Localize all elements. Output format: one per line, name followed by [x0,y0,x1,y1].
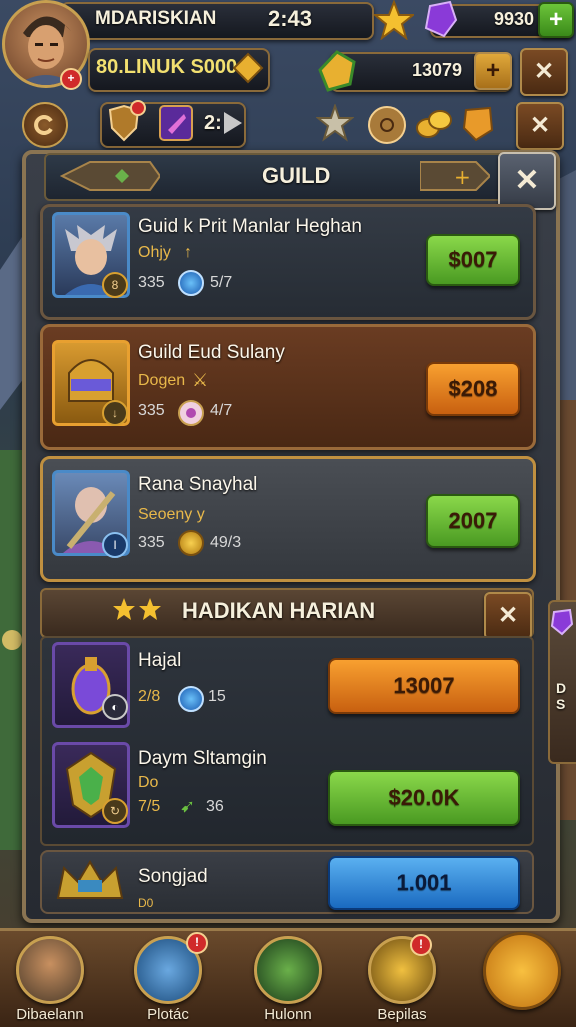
amber-gem-icon[interactable] [460,104,496,142]
stars-icon [112,596,164,624]
guild-title: GUILD [262,163,331,188]
header-left-ornament-icon [59,160,162,192]
counter-value: 2: [204,112,222,134]
nav-shop[interactable]: Bepilas [354,932,450,1024]
member-level: 335 [138,534,165,551]
gold-line: 80.LINUK S000 [96,56,238,78]
gold-gem-icon [232,52,264,84]
nav-label: Plotác [147,1006,189,1023]
member-level-icon: 8 [102,272,128,298]
daily-item-stat: 36 [206,798,224,815]
gold-count: 13079 [412,60,463,80]
nav-alert-badge: ! [186,932,208,954]
silver-star-icon[interactable] [315,102,355,142]
member-action-button[interactable]: $208 [426,362,520,416]
member-stat: 4/7 [210,402,233,419]
member-level-icon: I [102,532,128,558]
arrow-icon [222,110,244,136]
add-gems-button[interactable]: + [538,2,574,38]
daily-item-stat: 15 [208,688,226,705]
gem-count: 9930 [494,9,535,29]
crossed-blades-icon [254,936,322,1004]
member-role: Dogen [138,372,186,389]
leaf-icon: ➹ [180,796,196,816]
member-action-button[interactable]: $007 [426,234,520,286]
add-gold-button[interactable]: + [474,52,512,90]
gold-coin-icon [178,530,204,556]
chest-icon [483,932,561,1010]
close-top-button[interactable]: ✕ [520,48,568,96]
daily-item-level: 2/8 [138,688,161,705]
gold-pile-icon[interactable] [414,104,454,142]
daily-item-level: 7/5 [138,798,161,815]
nav-alert-badge: ! [410,934,432,956]
daily-item-role: Do [138,774,159,791]
avatar-alert-badge: + [60,68,82,90]
daily-item-button[interactable]: 1.001 [328,856,520,910]
member-role: Ohjy [138,244,171,261]
daily-item-badge-icon: ↻ [102,798,128,824]
nav-menu[interactable] [474,932,570,1024]
daily-item-name: Hajal [138,650,182,671]
side-gem-icon [550,608,574,636]
close-bar-button[interactable]: ✕ [516,102,564,150]
crown-icon [54,858,126,904]
compass-icon[interactable] [368,106,406,144]
member-name: Guild Eud Sulany [138,342,285,363]
daily-item-button[interactable]: $20.0K [328,770,520,826]
clock-time: 2:43 [268,6,313,31]
member-role-mark: ↑ [184,244,192,261]
pink-orb-icon [178,400,204,426]
daily-item-badge-icon: ◐ [102,694,128,720]
guild-close-button[interactable]: ✕ [498,152,556,210]
member-level: 335 [138,274,165,291]
member-level: 335 [138,402,165,419]
nav-label: Bepilas [377,1006,427,1023]
blue-orb-icon [178,686,204,712]
side-tab-label: D S [556,680,567,712]
crossed-swords-icon: ⚔ [192,370,209,390]
hero-portrait-icon [16,936,84,1004]
daily-item-name: Daym Sltamgin [138,748,267,769]
member-name: Rana Snayhal [138,474,258,495]
daily-title: HADIKAN HARIAN [182,598,376,623]
daily-item-button[interactable]: 13007 [328,658,520,714]
member-stat: 49/3 [210,534,242,551]
nav-label: Hulonn [264,1006,312,1023]
member-stat: 5/7 [210,274,233,291]
nav-label: Dibaelann [16,1006,84,1023]
gem-icon [422,0,458,38]
star-icon[interactable] [372,0,416,41]
nav-hero[interactable]: Dibaelann [2,932,98,1024]
blue-orb-icon [178,270,204,296]
crystal-card-icon[interactable] [158,104,194,142]
member-name: Guid k Prit Manlar Heghan [138,216,362,237]
emerald-icon [314,48,360,94]
header-right-ornament-icon: + [419,160,492,192]
refresh-icon[interactable] [22,102,68,148]
daily-close-button[interactable]: ✕ [484,592,532,640]
player-name: MDARISKIAN [95,8,217,29]
daily-item-role: D0 [138,896,154,910]
svg-text:+: + [454,165,471,189]
daily-item-name: Songjad [138,866,208,887]
member-role: Seoeny y [138,506,205,523]
shield-alert-badge [130,100,146,116]
member-action-button[interactable]: 2007 [426,494,520,548]
member-level-icon: ↓ [102,400,128,426]
nav-battle[interactable]: Hulonn [240,932,336,1024]
